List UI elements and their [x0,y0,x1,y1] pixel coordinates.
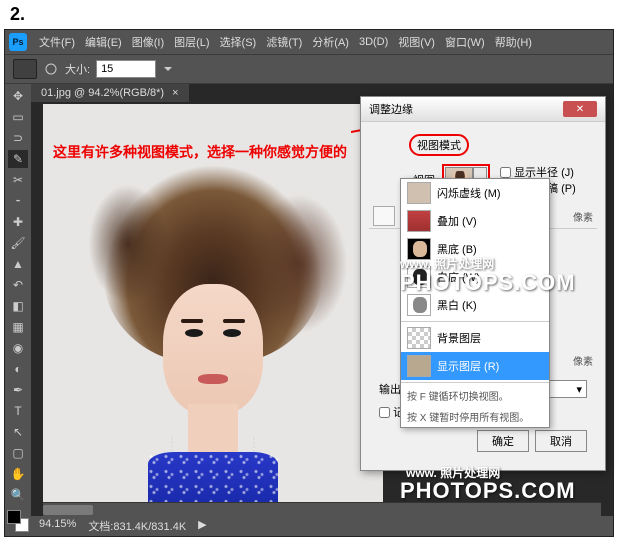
horizontal-scrollbar[interactable] [43,502,601,516]
options-bar: 大小: [5,54,613,84]
view-mode-item-label: 叠加 (V) [437,213,477,229]
status-arrow-icon[interactable]: ▶ [198,518,206,534]
dodge-tool[interactable]: ◐ [7,359,29,379]
annotation-text: 这里有许多种视图模式，选择一种你感觉方便的 [53,142,347,162]
brush-preset-icon[interactable] [13,59,37,79]
pen-tool[interactable]: ✒ [7,380,29,400]
menu-help[interactable]: 帮助(H) [491,32,536,52]
view-mode-item-4[interactable]: 黑白 (K) [401,291,549,319]
menu-view[interactable]: 视图(V) [394,32,439,52]
view-mode-dropdown: 闪烁虚线 (M) 叠加 (V) 黑底 (B) 白底 (W) 黑白 (K) 背景图层显示图层… [400,178,550,428]
size-label: 大小: [65,61,90,77]
eraser-tool[interactable]: ◧ [7,296,29,316]
step-number: 2. [0,0,620,29]
view-mode-item-label: 背景图层 [437,330,481,346]
menu-window[interactable]: 窗口(W) [441,32,489,52]
menu-file[interactable]: 文件(F) [35,32,79,52]
brush-tool[interactable]: 🖌 [7,233,29,253]
brush-picker-icon[interactable] [43,61,59,77]
fg-color-swatch[interactable] [7,510,21,524]
menubar: Ps 文件(F) 编辑(E) 图像(I) 图层(L) 选择(S) 滤镜(T) 分… [5,30,613,54]
view-mode-item-3[interactable]: 白底 (W) [401,263,549,291]
menu-3d[interactable]: 3D(D) [355,34,392,50]
menu-layer[interactable]: 图层(L) [170,32,213,52]
hand-tool[interactable]: ✋ [7,464,29,484]
view-mode-item-5[interactable]: 背景图层 [401,324,549,352]
path-tool[interactable]: ↖ [7,422,29,442]
view-mode-item-2[interactable]: 黑底 (B) [401,235,549,263]
view-mode-item-label: 白底 (W) [437,269,480,285]
eyedropper-tool[interactable]: ⁃ [7,191,29,211]
remember-checkbox[interactable] [379,407,390,418]
portrait-image [93,164,333,502]
view-mode-item-label: 闪烁虚线 (M) [437,185,501,201]
doc-size: 文档:831.4K/831.4K [88,518,186,534]
status-bar: 94.15% 文档:831.4K/831.4K ▶ [31,516,613,536]
pixel-unit-2: 像素 [573,357,597,368]
gradient-tool[interactable]: ▦ [7,317,29,337]
document-tab[interactable]: 01.jpg @ 94.2%(RGB/8*) × [31,84,189,102]
menu-edit[interactable]: 编辑(E) [81,32,126,52]
type-tool[interactable]: T [7,401,29,421]
size-input[interactable] [96,60,156,78]
view-mode-section: 视图模式 [409,134,597,156]
move-tool[interactable]: ✥ [7,86,29,106]
close-icon[interactable]: ✕ [563,101,597,117]
pixel-unit: 像素 [573,209,597,224]
quick-select-tool[interactable]: ✎ [7,149,29,169]
ps-logo-icon: Ps [9,33,27,51]
canvas[interactable]: 这里有许多种视图模式，选择一种你感觉方便的 [43,104,383,502]
history-brush-tool[interactable]: ↶ [7,275,29,295]
view-mode-item-label: 黑白 (K) [437,297,477,313]
size-dropdown-icon[interactable] [162,63,174,75]
color-swatches[interactable] [7,510,29,532]
crop-tool[interactable]: ✂ [7,170,29,190]
refine-radius-tool-icon[interactable] [373,206,395,226]
chevron-down-icon: ▾ [576,383,582,396]
shape-tool[interactable]: ▢ [7,443,29,463]
view-mode-item-label: 显示图层 (R) [437,358,499,374]
view-mode-item-0[interactable]: 闪烁虚线 (M) [401,179,549,207]
zoom-level: 94.15% [39,518,76,534]
stamp-tool[interactable]: ▲ [7,254,29,274]
show-radius-checkbox[interactable] [500,167,511,178]
lasso-tool[interactable]: ⊃ [7,128,29,148]
marquee-tool[interactable]: ▭ [7,107,29,127]
close-tab-icon[interactable]: × [172,87,178,99]
menu-image[interactable]: 图像(I) [128,32,168,52]
dropdown-hint-2: 按 X 键暂时停用所有视图。 [401,406,549,427]
healing-tool[interactable]: ✚ [7,212,29,232]
cancel-button[interactable]: 取消 [535,430,587,452]
dialog-title: 调整边缘 [369,101,413,117]
view-mode-item-label: 黑底 (B) [437,241,477,257]
zoom-tool[interactable]: 🔍 [7,485,29,505]
blur-tool[interactable]: ◉ [7,338,29,358]
toolbar: ✥ ▭ ⊃ ✎ ✂ ⁃ ✚ 🖌 ▲ ↶ ◧ ▦ ◉ ◐ ✒ T ↖ ▢ ✋ 🔍 [5,84,31,536]
dialog-titlebar[interactable]: 调整边缘 ✕ [361,97,605,122]
view-mode-label: 视图模式 [409,134,469,156]
menu-analysis[interactable]: 分析(A) [308,32,353,52]
menu-select[interactable]: 选择(S) [216,32,261,52]
ok-button[interactable]: 确定 [477,430,529,452]
dropdown-hint-1: 按 F 键循环切换视图。 [401,385,549,406]
view-mode-item-6[interactable]: 显示图层 (R) [401,352,549,380]
view-mode-item-1[interactable]: 叠加 (V) [401,207,549,235]
document-tab-label: 01.jpg @ 94.2%(RGB/8*) [41,87,164,99]
menu-filter[interactable]: 滤镜(T) [262,32,306,52]
